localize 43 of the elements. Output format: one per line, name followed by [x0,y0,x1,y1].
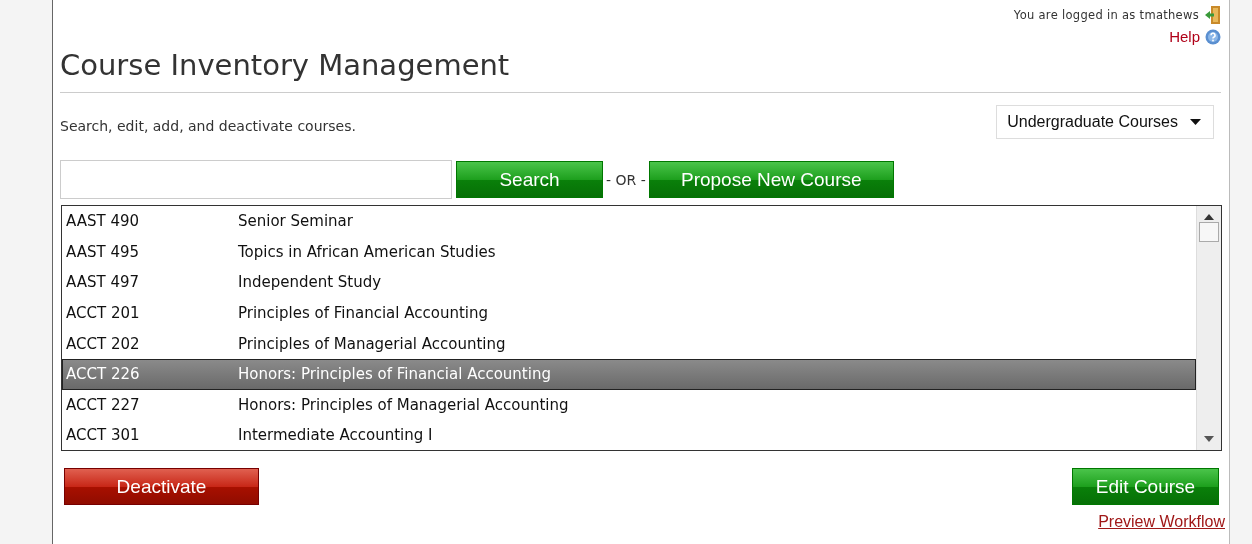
course-row[interactable]: AAST 497 Independent Study [62,267,1196,298]
propose-course-button[interactable]: Propose New Course [648,161,894,198]
search-button[interactable]: Search [456,161,603,198]
help-link[interactable]: Help [1169,28,1200,45]
course-code: AAST 490 [65,212,141,231]
course-name: Independent Study [238,273,382,292]
help-icon[interactable] [1205,28,1221,45]
course-code: AAST 497 [65,273,141,292]
course-name: Principles of Managerial Accounting [238,334,506,353]
course-name: Intermediate Accounting I [238,426,433,445]
caret-icon [1190,119,1201,125]
scroll-up-icon[interactable] [1204,214,1214,220]
course-row[interactable]: ACCT 301 Intermediate Accounting I [62,420,1196,451]
edit-course-button[interactable]: Edit Course [1072,468,1219,505]
course-name: Honors: Principles of Managerial Accounting [238,395,569,414]
course-code: AAST 495 [65,242,141,261]
course-code: ACCT 202 [65,334,141,353]
course-code: ACCT 227 [65,395,141,414]
login-status: You are logged in as tmathews [1013,8,1199,22]
search-field[interactable] [60,160,452,199]
deactivate-button[interactable]: Deactivate [64,468,259,505]
page-title: Course Inventory Management [60,47,511,84]
course-code: ACCT 226 [65,365,141,384]
course-name: Topics in African American Studies [238,242,496,261]
or-separator: - OR - [606,171,646,188]
course-row[interactable]: ACCT 201 Principles of Financial Accounting [62,297,1196,329]
course-row[interactable]: ACCT 202 Principles of Managerial Accounting [62,328,1196,359]
scrollbar[interactable] [1196,206,1221,450]
scroll-down-icon[interactable] [1204,436,1214,442]
preview-workflow-link[interactable]: Preview Workflow [1098,513,1225,531]
course-level-dropdown[interactable]: Undergraduate Courses [996,105,1214,139]
exit-door-icon[interactable] [1205,6,1221,24]
course-row[interactable]: AAST 490 Senior Seminar [62,206,1196,237]
scroll-thumb[interactable] [1199,222,1219,242]
course-name: Honors: Principles of Financial Accounting [238,365,551,384]
course-row[interactable]: ACCT 226 Honors: Principles of Financial Accounting [62,358,1196,390]
course-name: Senior Seminar [238,212,353,231]
course-row[interactable]: AAST 495 Topics in African American Studies [62,236,1196,268]
page-description: Search, edit, add, and deactivate courses. [60,117,356,134]
course-code: ACCT 201 [65,304,141,323]
course-code: ACCT 301 [65,426,141,445]
course-row[interactable]: ACCT 227 Honors: Principles of Managerial Accounting [62,389,1196,421]
course-name: Principles of Financial Accounting [238,304,488,323]
